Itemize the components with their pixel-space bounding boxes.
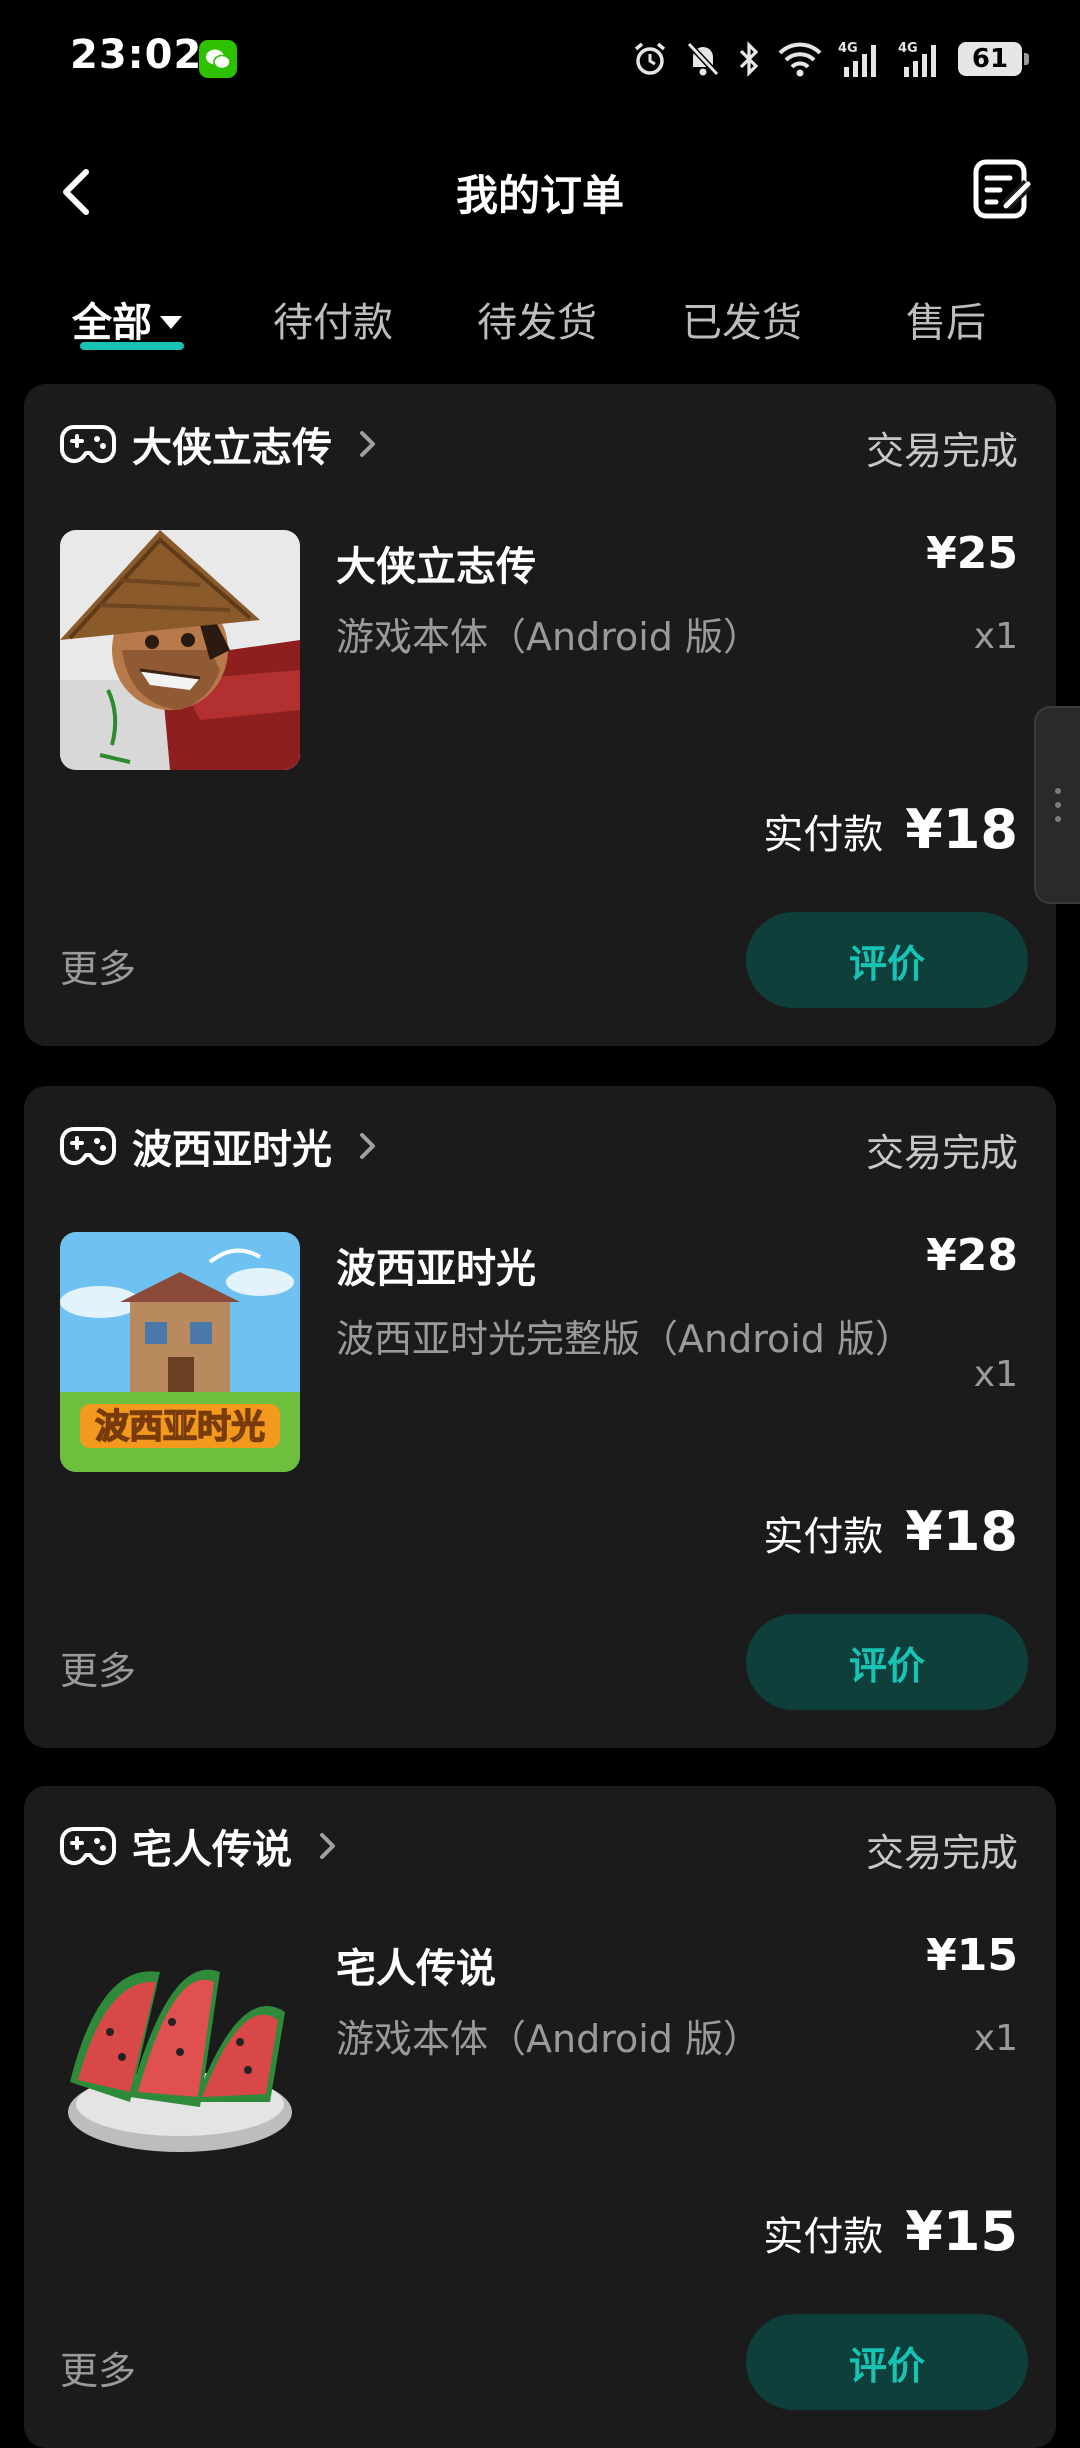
handle-dot xyxy=(1055,816,1061,822)
status-icons: 4G 4G 61 xyxy=(630,34,1029,84)
shop-name: 波西亚时光 xyxy=(132,1127,332,1173)
paid-label: 实付款 xyxy=(763,812,884,858)
product-price: ¥25 xyxy=(926,528,1018,579)
product-quantity: x1 xyxy=(973,616,1018,657)
paid-amount-row: 实付款 ¥18 xyxy=(763,798,1018,861)
product-name: 大侠立志传 xyxy=(336,544,536,590)
product-thumbnail[interactable]: 波西亚时光 xyxy=(60,1232,300,1472)
paid-value: ¥18 xyxy=(905,1500,1018,1563)
svg-text:4G: 4G xyxy=(898,41,918,56)
product-quantity: x1 xyxy=(973,1354,1018,1395)
order-status: 交易完成 xyxy=(865,1831,1018,1875)
header: 我的订单 xyxy=(0,140,1080,244)
page-title: 我的订单 xyxy=(455,171,624,220)
order-tabs: 全部 待付款 待发货 已发货 售后 xyxy=(0,290,1080,362)
product-name: 宅人传说 xyxy=(336,1946,496,1992)
paid-value: ¥18 xyxy=(905,798,1018,861)
product-thumbnail[interactable] xyxy=(60,1932,300,2172)
review-button[interactable]: 评价 xyxy=(746,912,1028,1008)
tab-all[interactable]: 全部 xyxy=(72,290,182,348)
handle-dot xyxy=(1055,788,1061,794)
shop-name: 大侠立志传 xyxy=(132,425,332,471)
battery-level: 61 xyxy=(971,44,1009,74)
shop-link[interactable]: 宅人传说 xyxy=(60,1820,340,1873)
order-status: 交易完成 xyxy=(865,429,1018,473)
battery-icon: 61 xyxy=(958,42,1029,76)
signal-4g-icon: 4G xyxy=(838,41,876,77)
hero-artwork xyxy=(60,530,300,770)
thumbnail-logo-text: 波西亚时光 xyxy=(95,1407,265,1447)
wechat-icon xyxy=(199,40,237,78)
more-button[interactable]: 更多 xyxy=(60,2340,136,2395)
bell-off-icon xyxy=(686,41,720,77)
product-thumbnail[interactable] xyxy=(60,530,300,770)
shop-link[interactable]: 波西亚时光 xyxy=(60,1120,380,1173)
tab-shipped[interactable]: 已发货 xyxy=(682,290,802,348)
more-button[interactable]: 更多 xyxy=(60,938,136,993)
product-name: 波西亚时光 xyxy=(336,1246,536,1292)
order-card: 大侠立志传 交易完成 大侠立志传 游戏本体（Android 版） ¥25 x1 xyxy=(24,384,1056,1046)
alarm-icon xyxy=(634,42,666,75)
handle-dot xyxy=(1055,802,1061,808)
tab-pending-payment[interactable]: 待付款 xyxy=(273,290,393,348)
shop-link[interactable]: 大侠立志传 xyxy=(60,418,380,471)
paid-amount-row: 实付款 ¥15 xyxy=(763,2200,1018,2263)
paid-label: 实付款 xyxy=(763,2214,884,2260)
paid-label: 实付款 xyxy=(763,1514,884,1560)
signal-4g-icon: 4G xyxy=(898,41,936,77)
chevron-right-icon xyxy=(360,1133,375,1159)
chevron-right-icon xyxy=(360,431,375,457)
more-button[interactable]: 更多 xyxy=(60,1640,136,1695)
product-variant: 波西亚时光完整版（Android 版） xyxy=(336,1317,913,1361)
caret-down-icon xyxy=(160,315,182,329)
wifi-icon xyxy=(778,42,822,77)
shop-name: 宅人传说 xyxy=(132,1827,292,1873)
product-quantity: x1 xyxy=(973,2018,1018,2059)
watermelon-artwork xyxy=(60,1932,300,2172)
order-status: 交易完成 xyxy=(865,1131,1018,1175)
status-bar: 23:02 4G 4G 61 xyxy=(0,0,1080,120)
product-variant: 游戏本体（Android 版） xyxy=(336,2017,761,2061)
gamepad-icon xyxy=(60,425,116,464)
tab-pending-shipment[interactable]: 待发货 xyxy=(477,290,597,348)
paid-amount-row: 实付款 ¥18 xyxy=(763,1500,1018,1563)
product-variant: 游戏本体（Android 版） xyxy=(336,615,761,659)
portia-artwork: 波西亚时光 xyxy=(60,1232,300,1472)
tab-after-sales[interactable]: 售后 xyxy=(906,290,986,348)
status-time: 23:02 xyxy=(70,32,203,78)
edit-list-icon xyxy=(973,159,1033,219)
order-card: 宅人传说 交易完成 宅人传说 游戏本体（Android 版） ¥15 x1 实付… xyxy=(24,1786,1056,2448)
review-button[interactable]: 评价 xyxy=(746,2314,1028,2410)
product-price: ¥28 xyxy=(926,1230,1018,1281)
gamepad-icon xyxy=(60,1827,116,1866)
edit-list-button[interactable] xyxy=(970,156,1036,222)
paid-value: ¥15 xyxy=(905,2200,1018,2263)
active-tab-indicator xyxy=(80,342,184,350)
bluetooth-icon xyxy=(739,41,759,77)
review-button[interactable]: 评价 xyxy=(746,1614,1028,1710)
product-price: ¥15 xyxy=(926,1930,1018,1981)
gamepad-icon xyxy=(60,1127,116,1166)
tab-label: 全部 xyxy=(72,300,152,346)
side-drag-handle[interactable] xyxy=(1034,706,1080,904)
svg-text:4G: 4G xyxy=(838,41,858,56)
order-card: 波西亚时光 交易完成 波西亚时光 波西亚时光 波西亚时光完整版（Android … xyxy=(24,1086,1056,1748)
chevron-right-icon xyxy=(320,1833,335,1859)
